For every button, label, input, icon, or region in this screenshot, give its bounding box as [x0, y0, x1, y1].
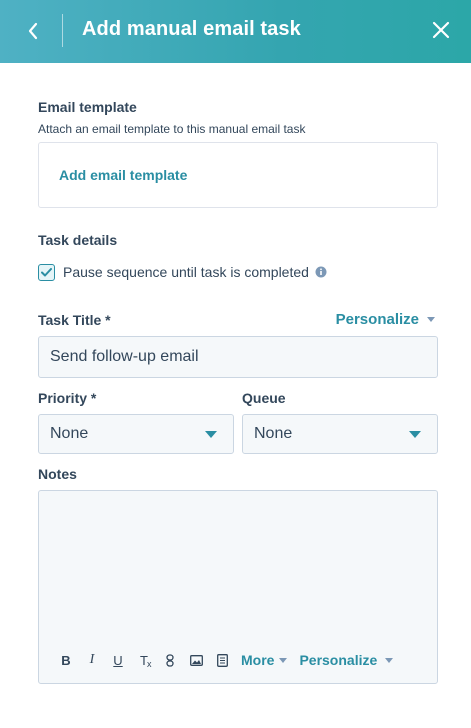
caret-down-icon — [409, 430, 421, 438]
link-icon — [166, 653, 174, 667]
caret-down-icon — [279, 657, 288, 663]
back-button[interactable] — [16, 12, 50, 50]
image-icon — [189, 654, 203, 666]
info-icon[interactable] — [315, 266, 327, 278]
email-template-box: Add email template — [38, 142, 438, 208]
task-title-input[interactable]: Send follow-up email — [38, 336, 438, 378]
priority-label: Priority * — [38, 390, 97, 406]
more-label: More — [241, 652, 275, 668]
italic-button[interactable]: I — [79, 649, 105, 671]
pause-sequence-label: Pause sequence until task is completed — [63, 264, 309, 280]
insert-image-button[interactable] — [183, 649, 209, 671]
header-divider — [62, 14, 63, 47]
caret-down-icon — [205, 430, 217, 438]
pause-sequence-checkbox[interactable] — [38, 263, 55, 281]
task-details-title: Task details — [38, 232, 118, 248]
link-button[interactable] — [157, 649, 183, 671]
chevron-left-icon — [28, 22, 38, 40]
clear-format-button[interactable]: Tx — [131, 649, 157, 671]
add-email-template-link[interactable]: Add email template — [59, 167, 187, 183]
email-template-description: Attach an email template to this manual … — [38, 122, 306, 136]
document-icon — [216, 653, 228, 667]
checkmark-icon — [41, 267, 52, 276]
notes-label: Notes — [38, 466, 77, 482]
panel-header: Add manual email task — [0, 0, 471, 63]
email-template-title: Email template — [38, 99, 137, 115]
close-icon — [432, 21, 450, 39]
insert-document-button[interactable] — [209, 649, 235, 671]
rich-text-toolbar: B I U Tx More Personalize — [53, 649, 394, 671]
priority-select[interactable]: None — [38, 414, 234, 454]
pause-sequence-row: Pause sequence until task is completed — [38, 262, 327, 282]
underline-button[interactable]: U — [105, 649, 131, 671]
more-button[interactable]: More — [241, 652, 288, 668]
task-title-value: Send follow-up email — [50, 348, 199, 365]
clear-format-icon: Tx — [140, 652, 152, 669]
task-title-label: Task Title * — [38, 312, 111, 328]
caret-down-icon — [385, 657, 394, 663]
bold-button[interactable]: B — [53, 649, 79, 671]
priority-value: None — [50, 425, 89, 442]
panel-title: Add manual email task — [82, 18, 301, 40]
queue-value: None — [254, 425, 293, 442]
notes-personalize-button[interactable]: Personalize — [299, 652, 394, 668]
task-title-personalize-button[interactable]: Personalize — [336, 311, 435, 328]
caret-down-icon — [427, 317, 435, 322]
personalize-label: Personalize — [299, 652, 378, 668]
queue-select[interactable]: None — [242, 414, 438, 454]
close-button[interactable] — [425, 14, 457, 46]
notes-editor[interactable]: B I U Tx More Personalize — [38, 490, 438, 684]
personalize-label: Personalize — [335, 311, 419, 328]
queue-label: Queue — [242, 390, 286, 406]
